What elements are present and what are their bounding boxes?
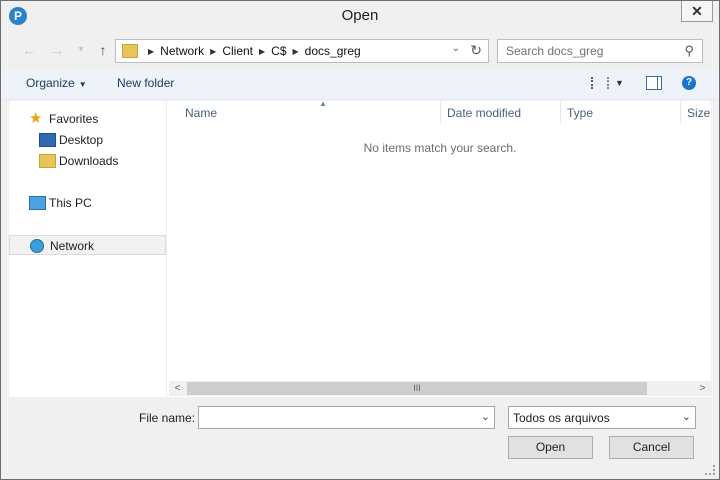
sidebar-item-downloads[interactable]: Downloads	[9, 151, 166, 171]
sidebar-item-desktop[interactable]: Desktop	[9, 130, 166, 150]
scroll-right-button[interactable]: >	[694, 381, 711, 396]
sidebar-item-network[interactable]: Network	[9, 235, 166, 255]
file-type-select[interactable]: Todos os arquivos ⌄	[508, 406, 696, 429]
sidebar-item-label: Desktop	[59, 133, 104, 147]
folder-icon	[122, 44, 138, 58]
desktop-icon	[39, 133, 56, 147]
network-icon	[30, 239, 44, 253]
star-icon: ★	[29, 110, 43, 127]
empty-message: No items match your search.	[363, 141, 517, 155]
cancel-button[interactable]: Cancel	[609, 436, 694, 459]
column-header-label: Size	[687, 106, 711, 120]
file-name-label: File name:	[139, 411, 196, 425]
open-dialog: P Open ✕ ← → ▾ ↑ ▶ Network ▶ Client ▶ C$…	[0, 0, 720, 480]
breadcrumb-c-share[interactable]: C$	[271, 44, 286, 58]
file-name-input[interactable]	[203, 410, 468, 425]
search-input[interactable]	[506, 43, 676, 59]
sidebar-item-label: Favorites	[49, 112, 99, 126]
column-header-type[interactable]: Type	[561, 101, 681, 123]
title-bar: P Open ✕	[1, 1, 719, 31]
column-header-date-modified[interactable]: Date modified	[441, 101, 561, 123]
organize-button[interactable]: Organize ▼	[26, 76, 87, 90]
back-button[interactable]: ←	[19, 40, 39, 60]
close-button[interactable]: ✕	[681, 1, 713, 22]
resize-grip[interactable]	[705, 465, 715, 475]
chevron-down-icon[interactable]: ⌄	[481, 410, 490, 423]
caret-down-icon[interactable]: ▼	[615, 78, 624, 88]
organize-label: Organize	[26, 76, 75, 90]
search-box[interactable]: ⚲	[497, 39, 703, 63]
forward-button[interactable]: →	[47, 40, 67, 60]
breadcrumb-network[interactable]: Network	[160, 44, 204, 58]
caret-down-icon: ▼	[78, 80, 87, 89]
breadcrumb-client[interactable]: Client	[222, 44, 253, 58]
sidebar-item-label: Network	[50, 239, 95, 253]
chevron-right-icon[interactable]: ▶	[259, 47, 265, 56]
computer-icon	[29, 196, 46, 210]
view-options-icon[interactable]	[591, 77, 609, 89]
chevron-down-icon: ⌄	[681, 411, 691, 423]
column-header-label: Type	[567, 106, 594, 120]
sidebar-item-this-pc[interactable]: This PC	[9, 193, 166, 213]
sidebar-item-favorites[interactable]: ★ Favorites	[9, 109, 166, 129]
column-header-label: Name	[185, 106, 218, 120]
breadcrumb-docs-greg[interactable]: docs_greg	[305, 44, 361, 58]
downloads-folder-icon	[39, 154, 56, 168]
file-type-value: Todos os arquivos	[513, 411, 610, 425]
command-toolbar: Organize ▼ New folder ▼	[1, 69, 719, 100]
open-button[interactable]: Open	[508, 436, 593, 459]
sidebar-item-label: This PC	[49, 196, 92, 210]
chevron-down-icon[interactable]: ⌄	[452, 43, 460, 54]
help-icon[interactable]: ?	[682, 76, 696, 90]
new-folder-button[interactable]: New folder	[117, 76, 174, 90]
breadcrumb: ▶ Network ▶ Client ▶ C$ ▶ docs_greg	[142, 40, 361, 62]
recent-locations-button[interactable]: ▾	[71, 40, 91, 60]
sort-ascending-icon: ▲	[319, 99, 327, 108]
sidebar-item-label: Downloads	[59, 154, 119, 168]
navigation-pane: ★ Favorites Desktop Downloads This PC Ne…	[9, 101, 166, 397]
address-bar[interactable]: ▶ Network ▶ Client ▶ C$ ▶ docs_greg ⌄ ↻	[115, 39, 489, 63]
chevron-right-icon[interactable]: ▶	[148, 47, 154, 56]
file-name-combobox[interactable]: ⌄	[198, 406, 495, 429]
scroll-thumb[interactable]: III	[187, 382, 647, 395]
column-header-name[interactable]: ▲ Name	[179, 99, 441, 123]
up-button[interactable]: ↑	[93, 40, 113, 60]
navigation-bar: ← → ▾ ↑ ▶ Network ▶ Client ▶ C$ ▶ docs_g…	[1, 35, 719, 65]
chevron-right-icon[interactable]: ▶	[210, 47, 216, 56]
horizontal-scrollbar[interactable]: < III >	[169, 381, 711, 396]
scroll-left-button[interactable]: <	[169, 381, 186, 396]
column-header-size[interactable]: Size	[681, 101, 711, 123]
refresh-icon[interactable]: ↻	[470, 42, 482, 59]
dialog-title: Open	[341, 7, 379, 24]
chevron-right-icon[interactable]: ▶	[293, 47, 299, 56]
preview-pane-icon[interactable]	[646, 76, 662, 90]
column-header-label: Date modified	[447, 106, 522, 120]
file-list-pane: ▲ Name Date modified Type Size No items …	[167, 99, 711, 397]
search-icon[interactable]: ⚲	[684, 43, 694, 59]
